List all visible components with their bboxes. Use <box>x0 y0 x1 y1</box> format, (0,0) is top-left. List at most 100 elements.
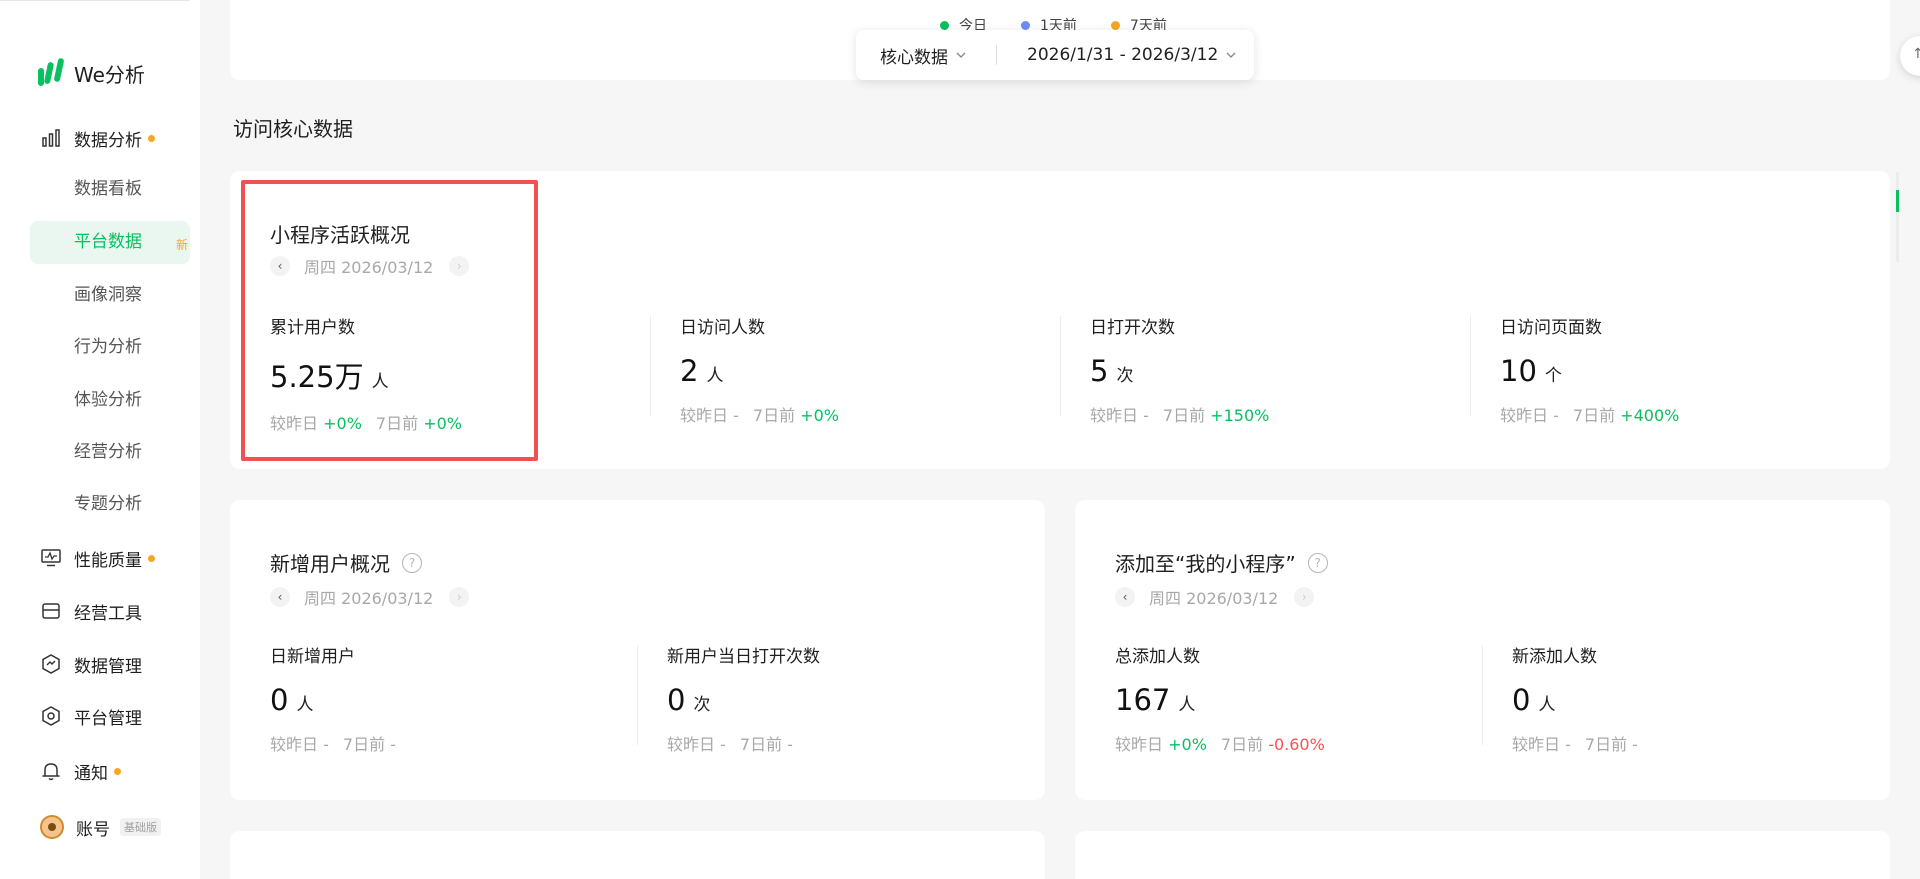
compare-value: -0.60% <box>1268 735 1325 754</box>
active-overview-card: 小程序活跃概况 ‹ 周四 2026/03/12 › 累计用户数 5.25万人 较… <box>230 171 1890 469</box>
metric-label: 累计用户数 <box>270 318 355 338</box>
nav-notifications[interactable]: 通知 <box>40 757 121 785</box>
card-title: 添加至“我的小程序” ? <box>1115 548 1328 577</box>
metric-label: 日打开次数 <box>1090 318 1175 338</box>
divider <box>996 45 997 65</box>
sidebar-item-portrait[interactable]: 画像洞察 <box>74 281 142 309</box>
current-date: 周四 2026/03/12 <box>304 258 434 277</box>
prev-day-button[interactable]: ‹ <box>270 256 290 276</box>
metric-daily-opens: 日打开次数 5次 较昨日 -7日前 +150% <box>1090 313 1269 426</box>
scrollbar-track[interactable] <box>1896 172 1899 262</box>
compare-value: - <box>323 735 329 754</box>
floating-filter-bar: 核心数据 2026/1/31 - 2026/3/12 <box>856 30 1254 80</box>
sidebar-item-business[interactable]: 经营分析 <box>74 438 142 466</box>
compare-label: 较昨日 <box>1500 406 1549 425</box>
category-dropdown[interactable]: 核心数据 <box>880 43 966 68</box>
compare-value: +0% <box>1168 735 1207 754</box>
lower-card-left <box>230 831 1045 879</box>
metric-unit: 次 <box>1116 366 1134 386</box>
compare-label: 较昨日 <box>667 735 716 754</box>
help-icon[interactable]: ? <box>1307 552 1328 573</box>
new-tag: 新 <box>176 238 189 252</box>
sidebar-item-experience[interactable]: 体验分析 <box>74 386 142 414</box>
notification-dot <box>148 554 155 562</box>
date-range-picker[interactable]: 2026/1/31 - 2026/3/12 <box>1027 45 1236 65</box>
nav-data-analysis[interactable]: 数据分析 <box>40 124 155 152</box>
sidebar-item-platform-data[interactable]: 平台数据 <box>74 228 142 256</box>
category-label: 核心数据 <box>880 47 948 68</box>
metric-value: 5.25万 <box>270 360 364 394</box>
prev-day-button[interactable]: ‹ <box>1115 587 1135 607</box>
compare-label: 7日前 <box>1584 735 1628 754</box>
bar-chart-icon <box>40 127 62 149</box>
metric-unit: 人 <box>371 372 389 392</box>
current-date: 周四 2026/03/12 <box>1149 589 1279 608</box>
compare-label: 7日前 <box>1220 735 1264 754</box>
metric-label: 总添加人数 <box>1115 647 1200 667</box>
metric-total-added: 总添加人数 167 人 较昨日 +0% 7日前 -0.60% <box>1115 642 1325 755</box>
metric-unit: 次 <box>693 695 711 715</box>
metric-label: 日访问人数 <box>680 318 765 338</box>
compare-value: - <box>1553 406 1559 425</box>
legend-swatch <box>940 20 949 30</box>
prev-day-button[interactable]: ‹ <box>270 587 290 607</box>
compare-label: 7日前 <box>1572 406 1616 425</box>
compare-value: +150% <box>1210 406 1270 425</box>
metric-unit: 个 <box>1544 366 1562 386</box>
nav-business-tools[interactable]: 经营工具 <box>40 597 142 625</box>
compare-label: 较昨日 <box>1512 735 1561 754</box>
compare-value: - <box>1143 406 1149 425</box>
metric-value: 2 <box>680 354 699 388</box>
compare-value: - <box>720 735 726 754</box>
compare-label: 7日前 <box>1162 406 1206 425</box>
notification-dot <box>114 767 121 775</box>
metric-daily-pageviews: 日访问页面数 10 个 较昨日 -7日前 +400% <box>1500 313 1679 426</box>
metric-unit: 人 <box>1538 695 1556 715</box>
compare-label: 较昨日 <box>270 735 319 754</box>
nav-account[interactable]: 账号 基础版 <box>40 813 161 841</box>
metric-label: 新添加人数 <box>1512 647 1597 667</box>
current-date: 周四 2026/03/12 <box>304 589 434 608</box>
compare-label: 较昨日 <box>1090 406 1139 425</box>
logo[interactable]: We分析 <box>38 58 145 88</box>
compare-label: 7日前 <box>739 735 783 754</box>
help-icon[interactable]: ? <box>402 552 422 573</box>
nav-data-management[interactable]: 数据管理 <box>40 650 142 678</box>
sidebar-item-behavior[interactable]: 行为分析 <box>74 333 142 361</box>
metric-unit: 人 <box>706 366 724 386</box>
legend-swatch <box>1021 20 1030 30</box>
next-day-button[interactable]: › <box>1294 587 1315 607</box>
metric-label: 日访问页面数 <box>1500 318 1602 338</box>
metric-new-user-opens: 新用户当日打开次数 0次 较昨日 -7日前 - <box>667 642 820 755</box>
compare-value: - <box>1565 735 1571 754</box>
compare-value: - <box>390 735 396 754</box>
notification-dot <box>148 134 155 142</box>
sidebar-item-dashboard[interactable]: 数据看板 <box>74 175 142 203</box>
scroll-top-button[interactable]: ↑ <box>1900 36 1920 76</box>
scrollbar-thumb[interactable] <box>1896 190 1899 212</box>
nav-label: 数据管理 <box>74 656 142 677</box>
metric-unit: 人 <box>296 695 314 715</box>
card-title-text: 新增用户概况 <box>270 552 390 576</box>
nav-label: 平台管理 <box>74 708 142 729</box>
next-day-button[interactable]: › <box>449 587 470 607</box>
section-title: 访问核心数据 <box>233 117 353 141</box>
sidebar-item-topic[interactable]: 专题分析 <box>74 490 142 518</box>
metric-value: 10 <box>1500 354 1537 388</box>
nav-performance[interactable]: 性能质量 <box>40 544 155 572</box>
metric-value: 0 <box>270 683 289 717</box>
metric-value: 0 <box>1512 683 1531 717</box>
nav-platform-management[interactable]: 平台管理 <box>40 702 142 730</box>
metric-value: 5 <box>1090 354 1109 388</box>
compare-label: 较昨日 <box>270 414 319 433</box>
account-tier-badge: 基础版 <box>120 818 161 836</box>
data-shield-icon <box>40 653 62 675</box>
nav-label: 性能质量 <box>74 550 142 571</box>
new-users-card: 新增用户概况 ? ‹ 周四 2026/03/12 › 日新增用户 0人 较昨日 … <box>230 500 1045 800</box>
compare-label: 较昨日 <box>1115 735 1164 754</box>
card-title: 小程序活跃概况 <box>270 219 410 248</box>
chevron-down-icon <box>956 52 966 58</box>
metric-value: 0 <box>667 683 686 717</box>
next-day-button[interactable]: › <box>449 256 470 276</box>
hexagon-icon <box>40 705 62 727</box>
